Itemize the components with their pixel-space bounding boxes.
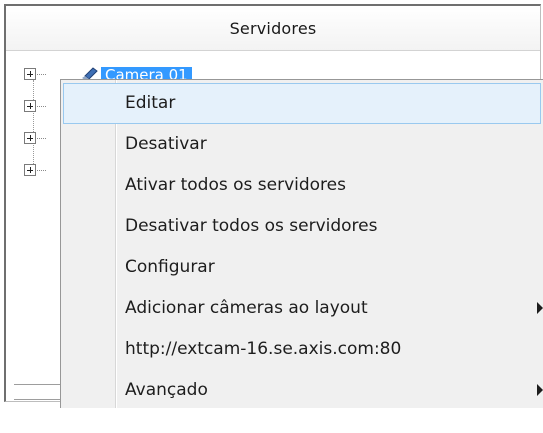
expand-plus-icon[interactable] <box>24 164 36 176</box>
menu-item-avancado[interactable]: Avançado <box>61 370 543 411</box>
menu-item-list: Editar Desativar Ativar todos os servido… <box>61 83 543 411</box>
tree-dotted-connector <box>37 138 46 139</box>
menu-item-server-url[interactable]: http://extcam-16.se.axis.com:80 <box>61 329 543 370</box>
menu-item-label: Desativar todos os servidores <box>125 216 378 236</box>
menu-item-label: Configurar <box>125 257 215 277</box>
menu-item-label: Desativar <box>125 134 207 154</box>
submenu-arrow-icon <box>537 302 543 314</box>
menu-item-desativar[interactable]: Desativar <box>61 124 543 165</box>
panel-header[interactable]: Servidores <box>6 6 540 51</box>
panel-title: Servidores <box>229 18 317 38</box>
menu-item-label: Avançado <box>125 380 208 400</box>
menu-item-editar[interactable]: Editar <box>63 83 541 124</box>
context-menu: Editar Desativar Ativar todos os servido… <box>60 79 543 408</box>
menu-item-label: Ativar todos os servidores <box>125 175 346 195</box>
tree-dotted-connector <box>37 74 46 75</box>
expand-plus-icon[interactable] <box>24 100 36 112</box>
menu-item-configurar[interactable]: Configurar <box>61 247 543 288</box>
list-divider <box>14 384 66 400</box>
expand-plus-icon[interactable] <box>24 132 36 144</box>
menu-item-desativar-todos[interactable]: Desativar todos os servidores <box>61 206 543 247</box>
menu-item-ativar-todos[interactable]: Ativar todos os servidores <box>61 165 543 206</box>
tree-dotted-connector <box>37 106 46 107</box>
submenu-arrow-icon <box>537 384 543 396</box>
menu-item-label: Editar <box>125 93 176 113</box>
menu-item-adicionar-cameras[interactable]: Adicionar câmeras ao layout <box>61 288 543 329</box>
camera-icon <box>82 67 98 80</box>
menu-item-label: http://extcam-16.se.axis.com:80 <box>125 339 402 359</box>
tree-dotted-connector <box>37 170 46 171</box>
menu-item-label: Adicionar câmeras ao layout <box>125 298 368 318</box>
tree-connector-line <box>33 80 34 172</box>
expand-plus-icon[interactable] <box>24 68 36 80</box>
